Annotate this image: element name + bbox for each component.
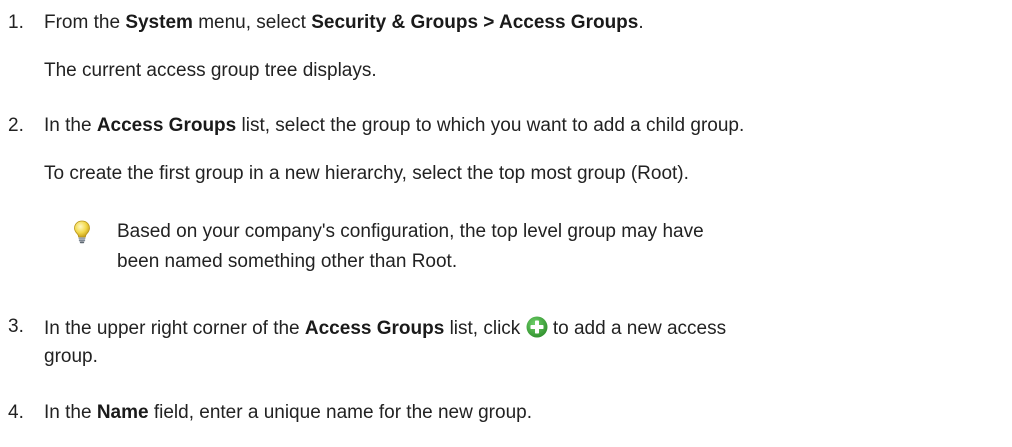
step-3-instruction: In the upper right corner of the Access … [44, 316, 726, 340]
add-icon [526, 316, 548, 338]
step-number-1: 1. [8, 12, 24, 33]
tip-text-line-1: Based on your company's configuration, t… [117, 221, 704, 242]
step-1-menu-path: Security & Groups > Access Groups [311, 12, 639, 33]
step-3-text-b: list, click [444, 318, 526, 339]
step-number-4: 4. [8, 402, 24, 423]
step-4-field-name: Name [96, 402, 149, 423]
step-3-continuation: group. [44, 346, 98, 367]
step-2-instruction: In the Access Groups list, select the gr… [44, 115, 744, 137]
step-4-instruction: In the Name field, enter a unique name f… [44, 402, 532, 424]
step-1-instruction: From the System menu, select Security & … [44, 12, 644, 34]
tip-text-line-2: been named something other than Root. [117, 251, 458, 272]
step-1-text-c: . [638, 12, 644, 33]
step-3-list-name: Access Groups [304, 318, 445, 339]
step-2-note: To create the first group in a new hiera… [44, 163, 689, 184]
step-2-list-name: Access Groups [96, 115, 237, 136]
step-4-text-a: In the [44, 402, 97, 423]
step-1-menu-name: System [125, 12, 193, 33]
step-1-text-b: menu, select [192, 12, 312, 33]
lightbulb-icon [74, 220, 90, 244]
step-3-text-a: In the upper right corner of the [44, 318, 305, 339]
step-2-text-b: list, select the group to which you want… [236, 115, 745, 136]
step-4-text-b: field, enter a unique name for the new g… [148, 402, 532, 423]
step-1-text-a: From the [44, 12, 126, 33]
step-number-2: 2. [8, 115, 24, 136]
step-2-text-a: In the [44, 115, 97, 136]
step-number-3: 3. [8, 316, 24, 337]
step-1-result: The current access group tree displays. [44, 60, 377, 81]
step-3-text-c: to add a new access [547, 318, 727, 339]
